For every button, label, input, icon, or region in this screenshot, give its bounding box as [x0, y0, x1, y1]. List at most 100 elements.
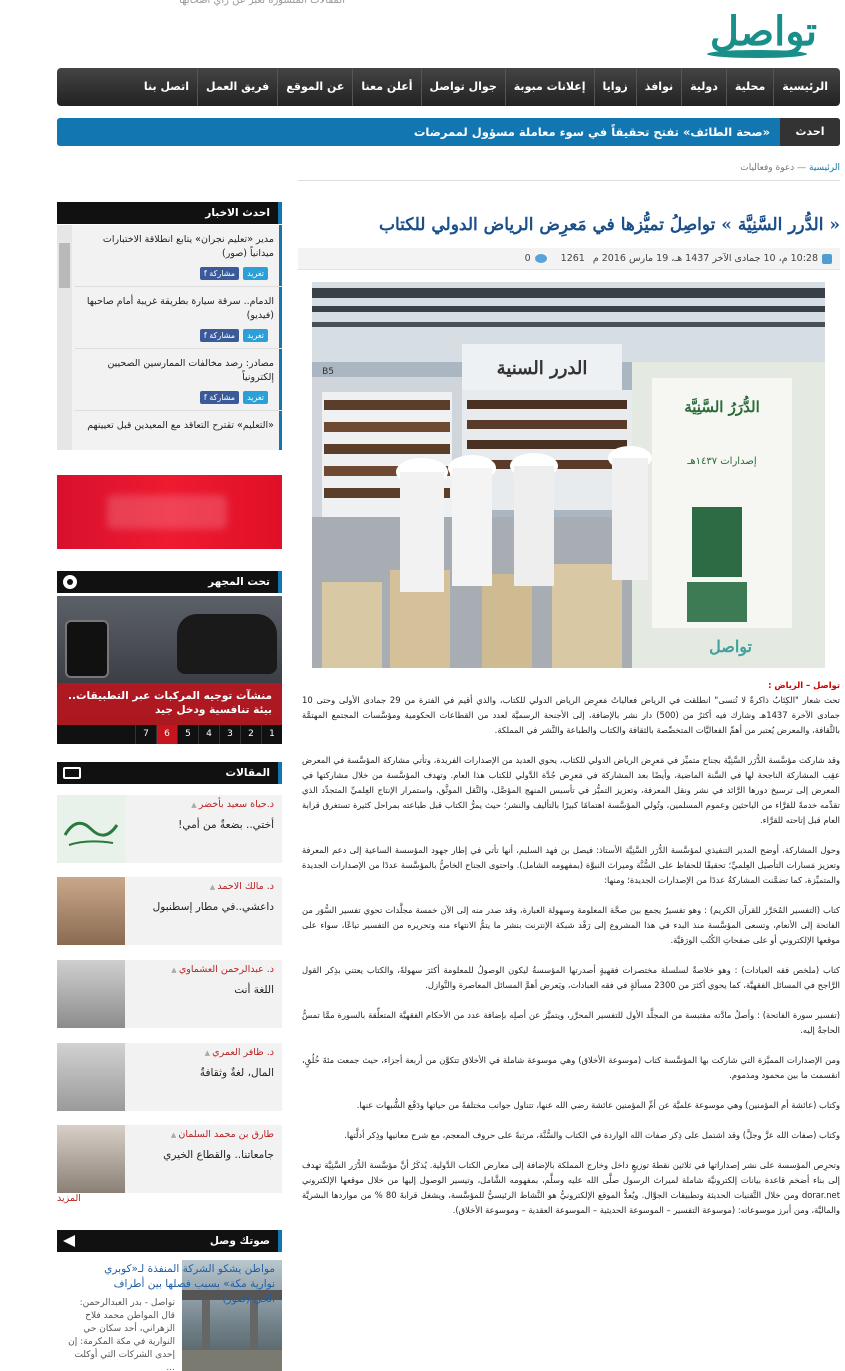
article-author[interactable]: طارق بن محمد السلمان [171, 1129, 274, 1140]
pager-page[interactable]: 7 [135, 725, 156, 744]
latest-item[interactable]: مصادر: رصد مخالفات الممارسين الصحيين إلك… [75, 349, 282, 411]
breadcrumb-divider [298, 180, 840, 181]
nav-advertise[interactable]: أعلن معنا [352, 68, 420, 106]
latest-item-title[interactable]: «التعليم» تقترح التعاقد مع المعيدين قبل … [81, 419, 274, 433]
ticker-label: احدث الأخبار [780, 118, 840, 166]
article-card-title[interactable]: داعشي..في مطار إسطنبول [153, 901, 274, 913]
author-avatar [57, 795, 125, 863]
scroll-thumb[interactable] [59, 243, 70, 288]
microscope-feature[interactable]: منشآت توجيه المركبات عبر التطبيقات.. بيئ… [57, 596, 282, 725]
booth-sign: الدرر السنية [497, 358, 588, 379]
voice-header: صوتك وصل [57, 1230, 282, 1252]
breadcrumb-section[interactable]: دعوة وفعاليات [740, 163, 794, 173]
article-paragraph: وكتاب (صفات الله عزَّ وجلَّ) وقد اشتمل ع… [344, 1130, 840, 1140]
microscope-pager: 1 2 3 4 5 6 7 [57, 725, 282, 744]
share-bar: f مشاركة تغريد [199, 329, 268, 342]
pager-page[interactable]: 2 [240, 725, 261, 744]
booth-code: B5 [322, 367, 334, 377]
nav-columns[interactable]: زوايا [593, 68, 636, 106]
article-paragraph: كتاب (التفسير المُحَرَّر للقرآن الكريم) … [302, 905, 840, 945]
nav-contact[interactable]: اتصل بنا [136, 68, 197, 106]
nav-windows[interactable]: نوافذ [635, 68, 681, 106]
photo-watermark: تواصل [709, 637, 752, 657]
ad-banner[interactable] [57, 475, 282, 549]
article-card[interactable]: د.حياة سعيد بأخضر أختي.. بضعةٌ من أمي! [57, 795, 282, 863]
latest-item[interactable]: الدمام.. سرقة سيارة بطريقة غريبة أمام صا… [75, 287, 282, 349]
pager-page-active[interactable]: 6 [156, 725, 177, 744]
latest-item[interactable]: «التعليم» تقترح التعاقد مع المعيدين قبل … [75, 411, 282, 450]
comment-icon [534, 254, 547, 263]
nav-home[interactable]: الرئيسية [773, 68, 836, 106]
breadcrumb: الرئيسية — دعوة وفعاليات [740, 163, 840, 173]
book-icon [63, 767, 81, 779]
logo-swoosh [707, 50, 807, 58]
twitter-share-button[interactable]: تغريد [243, 391, 268, 404]
article-paragraph: وقد شاركت مؤسَّسة الدُّرَر السَّنِيَّة ب… [302, 755, 840, 825]
article-paragraph: وتحرِص المؤسسة على نشر إصداراتها في ثلاث… [302, 1160, 840, 1215]
twitter-share-button[interactable]: تغريد [243, 329, 268, 342]
pager-page[interactable]: 3 [219, 725, 240, 744]
article-card[interactable]: د. ظافر العمري المال، لغةٌ وثقافةٌ [57, 1043, 282, 1111]
article-card-title[interactable]: أختي.. بضعةٌ من أمي! [178, 819, 274, 831]
more-articles-link[interactable]: المزيد [57, 1193, 81, 1204]
target-icon [63, 575, 77, 589]
pager-page[interactable]: 1 [261, 725, 282, 744]
article-card[interactable]: د. عبدالرحمن العشماوي اللغة أنت [57, 960, 282, 1028]
latest-news-header: احدث الاخبار [57, 202, 282, 224]
poster-title: الدُّرَرُ السَّنِيَّة [684, 395, 760, 416]
article-meta: 10:28 م، 10 جمادى الآخر 1437 هـ، 19 مارس… [298, 248, 840, 270]
nav-about[interactable]: عن الموقع [277, 68, 352, 106]
nav-mobile[interactable]: جوال تواصل [420, 68, 505, 106]
article-author[interactable]: د.حياة سعيد بأخضر [191, 799, 274, 810]
article-paragraph: وحول المشاركة، أوضح المدير التنفيذي لمؤس… [302, 845, 840, 885]
pager-page[interactable]: 5 [177, 725, 198, 744]
nav-international[interactable]: دولية [681, 68, 726, 106]
share-bar: f مشاركة تغريد [199, 267, 268, 280]
breadcrumb-home[interactable]: الرئيسية [809, 163, 840, 173]
logo-text: تواصل [709, 8, 819, 55]
microscope-header: تحت المجهر [57, 571, 282, 593]
author-avatar [57, 1043, 125, 1111]
microscope-caption[interactable]: منشآت توجيه المركبات عبر التطبيقات.. بيئ… [57, 683, 282, 725]
latest-scrollbar[interactable] [57, 225, 72, 450]
article-paragraph: (تفسير سورة الفاتحة) : وأصلُ مادَّته مقت… [302, 1010, 840, 1035]
share-bar: f مشاركة تغريد [199, 391, 268, 404]
facebook-share-button[interactable]: f مشاركة [199, 267, 240, 280]
twitter-share-button[interactable]: تغريد [243, 267, 268, 280]
breadcrumb-separator: — [797, 163, 807, 173]
article-author[interactable]: د. ظافر العمري [205, 1047, 274, 1058]
nav-team[interactable]: فريق العمل [197, 68, 277, 106]
article-card[interactable]: د. مالك الاحمد داعشي..في مطار إسطنبول [57, 877, 282, 945]
main-nav: الرئيسية محلية دولية نوافذ زوايا إعلانات… [57, 68, 840, 106]
latest-item-title[interactable]: مصادر: رصد مخالفات الممارسين الصحيين إلك… [81, 357, 274, 385]
facebook-share-button[interactable]: f مشاركة [199, 329, 240, 342]
article-author[interactable]: د. عبدالرحمن العشماوي [171, 964, 274, 975]
article-author[interactable]: د. مالك الاحمد [210, 881, 274, 892]
site-logo[interactable]: تواصل [697, 8, 819, 58]
facebook-share-button[interactable]: f مشاركة [199, 391, 240, 404]
article-paragraph: وكتاب (عائشة أم المؤمنين) وهي موسوعة علم… [356, 1100, 840, 1110]
phone-image [65, 620, 109, 678]
latest-item-title[interactable]: الدمام.. سرقة سيارة بطريقة غريبة أمام صا… [81, 295, 274, 323]
article-card-title[interactable]: المال، لغةٌ وثقافةٌ [200, 1067, 274, 1079]
article-card[interactable]: طارق بن محمد السلمان جامعاتنا.. والقطاع … [57, 1125, 282, 1193]
nav-local[interactable]: محلية [725, 68, 773, 106]
poster-subtitle: إصدارات ١٤٣٧هـ [686, 456, 756, 467]
pager-page[interactable]: 4 [198, 725, 219, 744]
news-ticker: احدث الأخبار «صحة الطائف» تفتح تحقيقاً ف… [57, 118, 840, 166]
article-source: تواصل – الرياض : [768, 680, 840, 690]
article-card-title[interactable]: جامعاتنا.. والقطاع الخيري [163, 1149, 274, 1161]
latest-news-list: مدير «تعليم نجران» يتابع انطلاقة الاختبا… [57, 225, 282, 450]
latest-item[interactable]: مدير «تعليم نجران» يتابع انطلاقة الاختبا… [75, 225, 282, 287]
article-comments[interactable]: 0 [525, 253, 531, 264]
author-avatar [57, 960, 125, 1028]
nav-classifieds[interactable]: إعلانات مبوبة [504, 68, 594, 106]
article-datetime: 10:28 م، 10 جمادى الآخر 1437 هـ، 19 مارس… [592, 253, 818, 264]
ticker-headline[interactable]: «صحة الطائف» تفتح تحقيقاً في سوء معاملة … [414, 118, 770, 146]
calendar-icon [822, 253, 832, 264]
article-card-title[interactable]: اللغة أنت [234, 984, 274, 996]
article-paragraph: كتاب (ملخص فقه العبادات) : وهو خلاصةٌ لس… [302, 965, 840, 990]
latest-item-title[interactable]: مدير «تعليم نجران» يتابع انطلاقة الاختبا… [81, 233, 274, 261]
article-views: 1261 [560, 253, 585, 264]
latest-news-title: احدث الاخبار [205, 207, 270, 219]
